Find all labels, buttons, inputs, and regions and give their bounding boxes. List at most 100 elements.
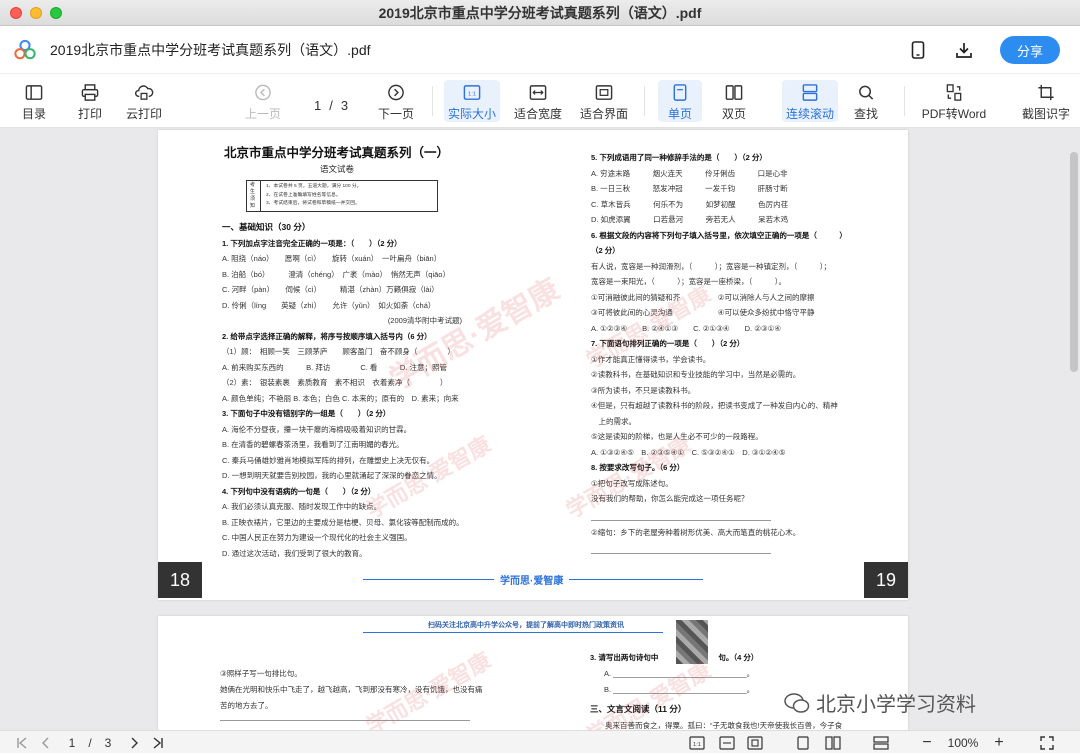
option: A. 穷途末路 烟火连天 伶牙俐齿 口是心非 <box>591 168 788 178</box>
search-label: 查找 <box>853 107 878 121</box>
screenshot-ocr-button[interactable]: 截图识字 <box>1018 80 1074 122</box>
option: D. 如虎添翼 口若悬河 旁若无人 呆若木鸡 <box>591 215 789 224</box>
continuous-scroll-button[interactable]: 连续滚动 <box>782 80 838 122</box>
double-page-button[interactable]: 双页 <box>714 80 754 122</box>
printer-icon <box>81 84 99 101</box>
toolbar-divider <box>904 86 905 116</box>
option: D. 通过这次活动，我们受到了很大的教育。 <box>222 548 367 558</box>
status-bar: 1 / 3 1:1 − 100% + <box>0 730 1080 753</box>
fullscreen-icon <box>1040 736 1054 750</box>
question-3: 3. 请写出两句诗句中 句。（4 分） <box>590 653 759 662</box>
status-single-page-button[interactable] <box>794 734 812 752</box>
text-line: ①作才能真正懂得读书，学会读书。 <box>591 354 711 364</box>
skip-first-icon <box>17 737 27 749</box>
notice-label: 考生须知 <box>247 181 261 211</box>
maximize-window-button[interactable] <box>50 7 62 19</box>
notice-line: 2、在试卷上准确填写姓名等信息。 <box>266 192 341 198</box>
status-continuous-button[interactable] <box>872 734 890 752</box>
last-page-button[interactable] <box>150 734 166 752</box>
double-page-label: 双页 <box>721 107 746 121</box>
continuous-scroll-icon <box>802 84 818 101</box>
close-window-button[interactable] <box>10 7 22 19</box>
prev-page-small-button[interactable] <box>38 734 54 752</box>
status-actual-size-button[interactable]: 1:1 <box>688 734 706 752</box>
option: B. 泊船（bó） 澄清（chéng） 广袤（mào） 悄然无声（qiāo） <box>222 269 450 279</box>
single-page-label: 单页 <box>667 107 692 121</box>
text-line: 苦的地方去了。 <box>220 701 273 710</box>
skip-last-icon <box>153 737 163 749</box>
status-current-page[interactable]: 1 <box>62 734 82 752</box>
page-separator: / <box>329 97 333 113</box>
download-button[interactable] <box>954 40 974 60</box>
text-line: ③所为读书，不只是读教科书。 <box>591 385 696 395</box>
actual-size-button[interactable]: 1:1 实际大小 <box>444 80 500 122</box>
chevron-left-icon <box>42 737 49 749</box>
status-fit-screen-button[interactable] <box>746 734 764 752</box>
actual-size-label: 实际大小 <box>447 107 496 121</box>
fit-screen-button[interactable]: 适合界面 <box>578 80 630 122</box>
option: C. 河畔（pàn） 伺候（cì） 精湛（zhàn）万籁俱寂（lài） <box>222 285 439 294</box>
current-page-input[interactable]: 1 <box>314 98 321 113</box>
status-page-sep: / <box>88 736 92 750</box>
window-title: 2019北京市重点中学分班考试真题系列（语文）.pdf <box>378 4 702 21</box>
continuous-scroll-label: 连续滚动 <box>785 107 834 121</box>
wechat-watermark-text: 北京小学学习资料 <box>816 694 976 716</box>
catalog-label: 目录 <box>21 107 46 121</box>
zoom-in-button[interactable]: + <box>990 734 1008 752</box>
zoom-level[interactable]: 100% <box>942 734 984 752</box>
header-line <box>363 632 663 633</box>
status-double-page-button[interactable] <box>824 734 842 752</box>
print-button[interactable]: 打印 <box>72 80 108 122</box>
svg-text:1:1: 1:1 <box>468 91 476 97</box>
question-6-points: （2 分） <box>591 246 620 255</box>
search-button[interactable]: 查找 <box>848 80 884 122</box>
option: C. 中国人民正在努力为建设一个现代化的社会主义强国。 <box>222 533 412 542</box>
option: C. 草木皆兵 何乐不为 如梦初醒 色厉内荏 <box>591 199 789 209</box>
convert-icon <box>946 84 962 101</box>
page-number-18: 18 <box>158 562 202 598</box>
window-controls <box>10 7 62 19</box>
pdf-to-word-label: PDF转Word <box>921 107 987 121</box>
status-fit-width-button[interactable] <box>718 734 736 752</box>
mobile-view-button[interactable] <box>908 40 928 60</box>
page-number-19: 19 <box>864 562 908 598</box>
main-toolbar: 目录 打印 云打印 上一页 下一页 1:1 实际大小 适合宽度 适合界面 单页 … <box>0 74 1080 128</box>
pdf-to-word-button[interactable]: PDF转Word <box>918 80 990 122</box>
cloud-print-label: 云打印 <box>125 107 162 121</box>
prev-page-label: 上一页 <box>244 107 281 121</box>
cloud-print-button[interactable]: 云打印 <box>122 80 166 122</box>
exam-subtitle: 语文试卷 <box>320 164 355 174</box>
fit-screen-label: 适合界面 <box>579 107 628 121</box>
zoom-out-button[interactable]: − <box>918 734 936 752</box>
minimize-window-button[interactable] <box>30 7 42 19</box>
fullscreen-button[interactable] <box>1038 734 1056 752</box>
phone-icon <box>911 41 925 59</box>
section-heading: 一、基础知识（30 分） <box>222 222 311 232</box>
arrow-right-circle-icon <box>388 84 404 101</box>
footer-brand: 学而思·爱智康 <box>494 572 570 587</box>
text-line: ⑤这是读知的阶梯，也是人生必不可少的一段路程。 <box>591 432 763 441</box>
fit-width-label: 适合宽度 <box>513 107 562 121</box>
fit-width-button[interactable]: 适合宽度 <box>512 80 564 122</box>
vertical-scrollbar[interactable] <box>1070 152 1078 372</box>
first-page-button[interactable] <box>14 734 30 752</box>
document-viewer[interactable]: 北京市重点中学分班考试真题系列（一） 语文试卷 考生须知 1、本试卷共 5 页，… <box>0 128 1080 730</box>
notice-line: 1、本试卷共 5 页，五道大题，满分 100 分。 <box>266 184 362 189</box>
exam-title: 北京市重点中学分班考试真题系列（一） <box>224 146 450 160</box>
option: D. 一想到明天就要告别校园，我的心里就涌起了深深的眷恋之情。 <box>222 471 442 480</box>
single-page-button[interactable]: 单页 <box>658 80 702 122</box>
prev-page-button[interactable]: 上一页 <box>242 80 284 122</box>
text-line: ②缩句：乡下的老屋旁种着树形优美、高大而笔直的桃花心木。 <box>591 527 801 537</box>
text-line: ②读教科书，在基础知识和专业技能的学习中，当然是必需的。 <box>591 370 801 379</box>
share-button[interactable]: 分享 <box>1000 36 1060 64</box>
wechat-watermark: 北京小学学习资料 <box>784 688 976 717</box>
option: A. 阻挠（náo） 愿啊（cì） 旋转（xuán） 一叶扁舟（biān） <box>222 254 442 263</box>
toolbar-divider <box>644 86 645 116</box>
window-titlebar: 2019北京市重点中学分班考试真题系列（语文）.pdf <box>0 0 1080 26</box>
text-line: ④但是，只有超越了读教科书的阶段，把读书变成了一种发自内心的、精神 <box>591 401 838 410</box>
catalog-button[interactable]: 目录 <box>16 80 52 122</box>
app-header: 2019北京市重点中学分班考试真题系列（语文）.pdf 分享 <box>0 26 1080 74</box>
next-page-small-button[interactable] <box>126 734 142 752</box>
fit-width-icon <box>719 736 735 750</box>
next-page-button[interactable]: 下一页 <box>376 80 416 122</box>
